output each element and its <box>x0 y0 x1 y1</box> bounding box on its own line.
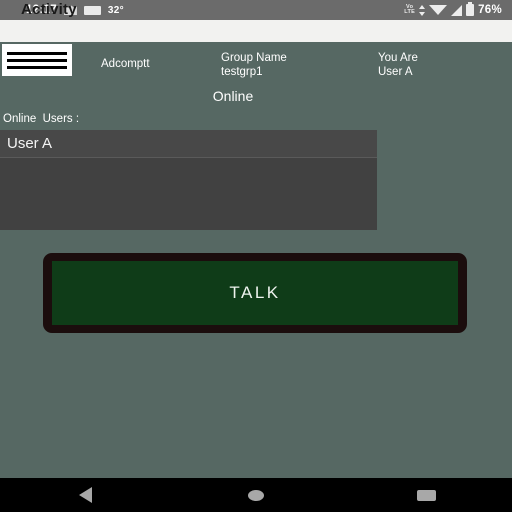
list-item[interactable]: User A <box>0 130 377 158</box>
connection-status-label: Online <box>212 88 254 104</box>
talk-button[interactable]: TALK <box>52 261 458 325</box>
app-screen: 12:17 32° Vo LTE 76% Activity Adcomptt G… <box>0 0 512 512</box>
page-title: Activity <box>21 1 77 18</box>
hamburger-menu-icon[interactable] <box>2 44 72 76</box>
app-toolbar: Adcomptt Group Name testgrp1 You Are Use… <box>0 42 512 82</box>
activity-header <box>0 20 512 42</box>
nav-recents-button[interactable] <box>341 489 512 501</box>
you-are-label: You Are <box>378 52 418 64</box>
group-name-label: Group Name <box>221 52 287 64</box>
card-icon <box>83 5 101 15</box>
wifi-icon <box>429 5 448 15</box>
home-icon <box>248 489 264 501</box>
battery-icon <box>466 2 475 16</box>
menu-bar-2 <box>7 58 67 62</box>
current-user-info: You Are User A <box>378 51 418 79</box>
user-name: User A <box>7 135 53 152</box>
temperature-label: 32° <box>107 4 124 16</box>
group-info: Group Name testgrp1 <box>221 51 287 79</box>
talk-button-frame[interactable]: TALK <box>43 253 467 333</box>
online-users-label: Online Users : <box>3 113 80 125</box>
menu-bar-1 <box>7 51 67 55</box>
group-name-value: testgrp1 <box>221 66 263 78</box>
talk-button-label: TALK <box>229 283 281 302</box>
battery-percent-label: 76% <box>478 4 502 16</box>
app-name-label: Adcomptt <box>101 58 150 70</box>
recents-icon <box>417 489 437 501</box>
nav-back-button[interactable] <box>0 487 171 503</box>
signal-icon <box>451 4 463 16</box>
online-users-list[interactable]: User A <box>0 130 377 230</box>
volte-bottom-label: LTE <box>404 9 416 15</box>
data-transfer-icon <box>419 4 426 16</box>
android-navigation-bar <box>0 478 512 512</box>
status-bar-right: Vo LTE 76% <box>404 2 512 16</box>
volte-icon: Vo LTE <box>404 4 416 16</box>
nav-home-button[interactable] <box>171 489 342 501</box>
you-are-value: User A <box>378 66 413 78</box>
menu-bar-3 <box>7 65 67 69</box>
back-icon <box>78 487 92 503</box>
